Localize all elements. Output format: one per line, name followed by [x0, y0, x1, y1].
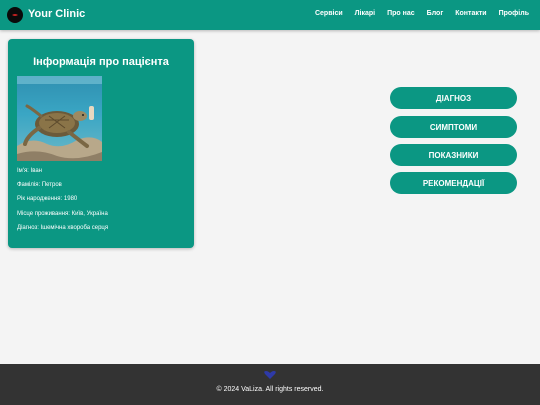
field-value: Іван: [30, 168, 42, 174]
top-navbar: Your Clinic Сервіси Лікарі Про нас Блог …: [0, 0, 540, 30]
nav-link-blog[interactable]: Блог: [427, 10, 444, 17]
recommendations-button[interactable]: РЕКОМЕНДАЦІЇ: [390, 172, 517, 194]
patient-info-card: Інформація про пацієнта Ім'я: Іван Фаміл…: [8, 39, 194, 248]
field-label: Ім'я:: [17, 168, 29, 174]
clinic-logo-icon[interactable]: [7, 7, 23, 23]
copyright-text: © 2024 VaLiza. All rights reserved.: [216, 386, 324, 393]
field-label: Рік народження:: [17, 196, 63, 202]
patient-photo: [17, 76, 102, 161]
footer: © 2024 VaLiza. All rights reserved.: [0, 364, 540, 405]
nav-menu: Сервіси Лікарі Про нас Блог Контакти Про…: [303, 10, 529, 17]
nav-link-profile[interactable]: Профіль: [499, 10, 529, 17]
nav-link-contacts[interactable]: Контакти: [455, 10, 486, 17]
field-label: Фамілія:: [17, 182, 41, 188]
field-label: Місце проживання:: [17, 211, 70, 217]
field-value: Петров: [41, 182, 62, 188]
field-value: Київ, Україна: [71, 211, 108, 217]
patient-surname: Фамілія: Петров: [17, 182, 62, 188]
patient-birth-year: Рік народження: 1980: [17, 196, 77, 202]
heart-icon: [262, 367, 278, 385]
symptoms-button[interactable]: СИМПТОМИ: [390, 116, 517, 138]
diagnosis-button[interactable]: ДІАГНОЗ: [390, 87, 517, 109]
card-title: Інформація про пацієнта: [33, 56, 169, 68]
field-value: 1980: [63, 196, 78, 202]
nav-link-doctors[interactable]: Лікарі: [355, 10, 375, 17]
field-value: Ішемічна хвороба серця: [40, 225, 109, 231]
patient-residence: Місце проживання: Київ, Україна: [17, 211, 108, 217]
nav-link-about[interactable]: Про нас: [387, 10, 415, 17]
patient-diagnosis: Діагноз: Ішемічна хвороба серця: [17, 225, 108, 231]
nav-link-services[interactable]: Сервіси: [315, 10, 343, 17]
field-label: Діагноз:: [17, 225, 39, 231]
indicators-button[interactable]: ПОКАЗНИКИ: [390, 144, 517, 166]
patient-name: Ім'я: Іван: [17, 168, 42, 174]
brand-title[interactable]: Your Clinic: [28, 8, 85, 20]
